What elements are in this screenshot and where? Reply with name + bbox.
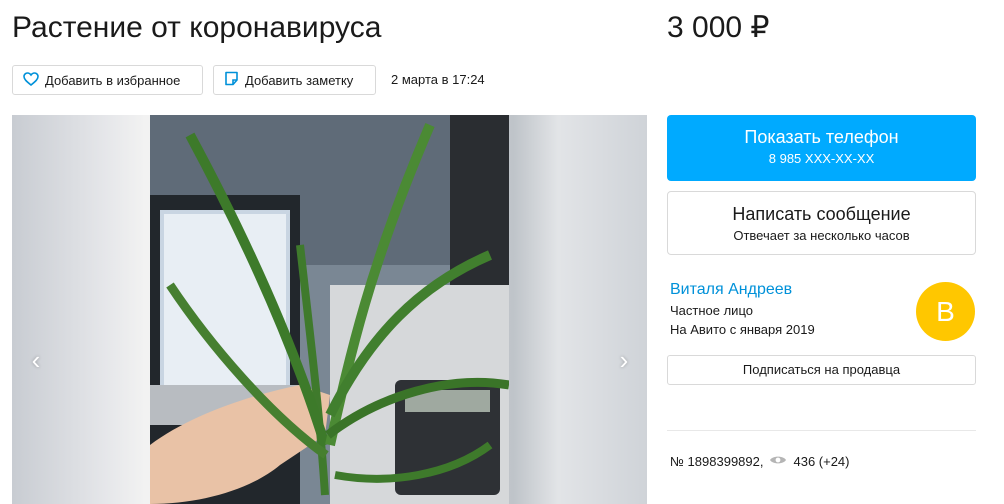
price: 3 000 ₽: [667, 11, 770, 44]
masked-phone-number: 8 985 XXX-XX-XX: [768, 151, 875, 166]
show-phone-label: Показать телефон: [744, 127, 899, 147]
listing-photo[interactable]: [150, 115, 509, 504]
heart-icon: [23, 71, 39, 89]
gallery-prev-arrow[interactable]: ‹: [24, 345, 48, 375]
page-title: Растение от коронавируса: [12, 11, 382, 44]
views-count: 436 (+24): [793, 454, 850, 469]
show-phone-button[interactable]: Показать телефон 8 985 XXX-XX-XX: [667, 115, 976, 181]
seller-member-since: На Авито с января 2019: [670, 322, 815, 337]
seller-name-link[interactable]: Виталя Андреев: [670, 280, 792, 300]
gallery-next-arrow[interactable]: ›: [612, 345, 636, 375]
add-to-favorites-button[interactable]: Добавить в избранное: [12, 65, 203, 95]
seller-type: Частное лицо: [670, 303, 753, 318]
write-message-label: Написать сообщение: [732, 204, 911, 224]
divider: [667, 430, 976, 431]
subscribe-to-seller-button[interactable]: Подписаться на продавца: [667, 355, 976, 385]
listing-id: № 1898399892,: [670, 454, 764, 469]
write-message-button[interactable]: Написать сообщение Отвечает за несколько…: [667, 191, 976, 255]
photo-gallery[interactable]: ‹ ›: [12, 115, 647, 504]
response-time-note: Отвечает за несколько часов: [733, 228, 910, 243]
add-to-favorites-label: Добавить в избранное: [45, 72, 181, 88]
publish-date: 2 марта в 17:24: [391, 72, 485, 87]
avatar[interactable]: В: [916, 282, 975, 341]
listing-meta: № 1898399892, 436 (+24): [670, 453, 850, 471]
add-note-label: Добавить заметку: [245, 72, 354, 88]
add-note-button[interactable]: Добавить заметку: [213, 65, 376, 95]
eye-icon: [769, 453, 787, 471]
note-icon: [224, 71, 239, 89]
